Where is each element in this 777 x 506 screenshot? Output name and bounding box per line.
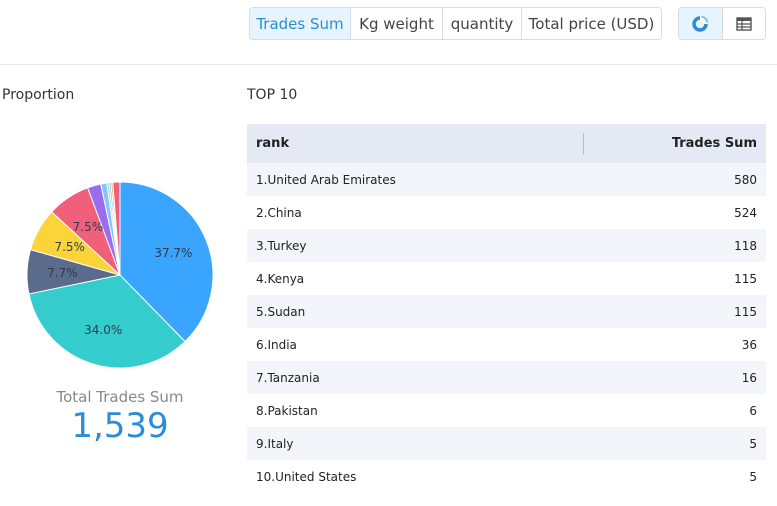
row-rank: 4.Kenya <box>256 271 305 286</box>
row-value: 36 <box>741 337 757 352</box>
row-rank: 5.Sudan <box>256 304 306 319</box>
pie-slice-label: 7.5% <box>54 240 85 254</box>
row-rank: 1.United Arab Emirates <box>256 172 396 187</box>
header-rank[interactable]: rank <box>247 136 672 151</box>
pie-slice-label: 34.0% <box>84 323 122 337</box>
table-row: 6.India 36 <box>247 328 766 361</box>
row-value: 5 <box>749 436 757 451</box>
pie-chart: 37.7% 34.0% 7.7% 7.5% 7.5% <box>0 110 240 390</box>
row-rank: 6.India <box>256 337 297 352</box>
table-row: 1.United Arab Emirates 580 <box>247 163 766 196</box>
row-value: 115 <box>734 304 757 319</box>
header-separator <box>583 133 584 154</box>
row-rank: 2.China <box>256 205 302 220</box>
top10-table: rank Trades Sum 1.United Arab Emirates 58… <box>247 124 766 493</box>
total-label: Total Trades Sum <box>56 388 184 406</box>
row-rank: 9.Italy <box>256 436 294 451</box>
metric-tabs: Trades Sum Kg weight quantity Total pric… <box>249 7 662 40</box>
row-value: 115 <box>734 271 757 286</box>
table-row: 4.Kenya 115 <box>247 262 766 295</box>
tab-kg-weight[interactable]: Kg weight <box>351 8 443 39</box>
row-value: 16 <box>741 370 757 385</box>
tab-trades-sum[interactable]: Trades Sum <box>250 8 351 39</box>
table-row: 10.United States 5 <box>247 460 766 493</box>
pie-view-button[interactable] <box>679 8 723 39</box>
row-value: 5 <box>749 469 757 484</box>
tab-quantity[interactable]: quantity <box>443 8 522 39</box>
pie-slice-label: 37.7% <box>154 246 192 260</box>
row-value: 580 <box>734 172 757 187</box>
table-row: 3.Turkey 118 <box>247 229 766 262</box>
table-row: 9.Italy 5 <box>247 427 766 460</box>
pie-chart-icon <box>692 15 709 32</box>
trade-dashboard: Trades Sum Kg weight quantity Total pric… <box>0 0 777 506</box>
row-value: 6 <box>749 403 757 418</box>
table-row: 2.China 524 <box>247 196 766 229</box>
table-header: rank Trades Sum <box>247 124 766 163</box>
row-rank: 7.Tanzania <box>256 370 320 385</box>
table-body: 1.United Arab Emirates 580 2.China 524 3.T… <box>247 163 766 493</box>
pie-slice-label: 7.5% <box>73 220 104 234</box>
table-row: 8.Pakistan 6 <box>247 394 766 427</box>
pie-chart-svg: 37.7% 34.0% 7.7% 7.5% 7.5% <box>26 181 214 369</box>
header-trades-sum[interactable]: Trades Sum <box>672 136 766 151</box>
pie-slice-label: 7.7% <box>47 266 78 280</box>
table-row: 7.Tanzania 16 <box>247 361 766 394</box>
view-toggle <box>678 7 766 40</box>
table-icon <box>736 16 752 31</box>
row-rank: 10.United States <box>256 469 357 484</box>
row-value: 524 <box>734 205 757 220</box>
row-rank: 3.Turkey <box>256 238 307 253</box>
proportion-title: Proportion <box>2 87 75 103</box>
tab-total-price[interactable]: Total price (USD) <box>522 8 661 39</box>
row-value: 118 <box>734 238 757 253</box>
table-row: 5.Sudan 115 <box>247 295 766 328</box>
row-rank: 8.Pakistan <box>256 403 318 418</box>
total-value: 1,539 <box>71 406 169 446</box>
header-divider <box>0 64 777 65</box>
table-view-button[interactable] <box>722 8 765 39</box>
top10-title: TOP 10 <box>247 87 298 103</box>
